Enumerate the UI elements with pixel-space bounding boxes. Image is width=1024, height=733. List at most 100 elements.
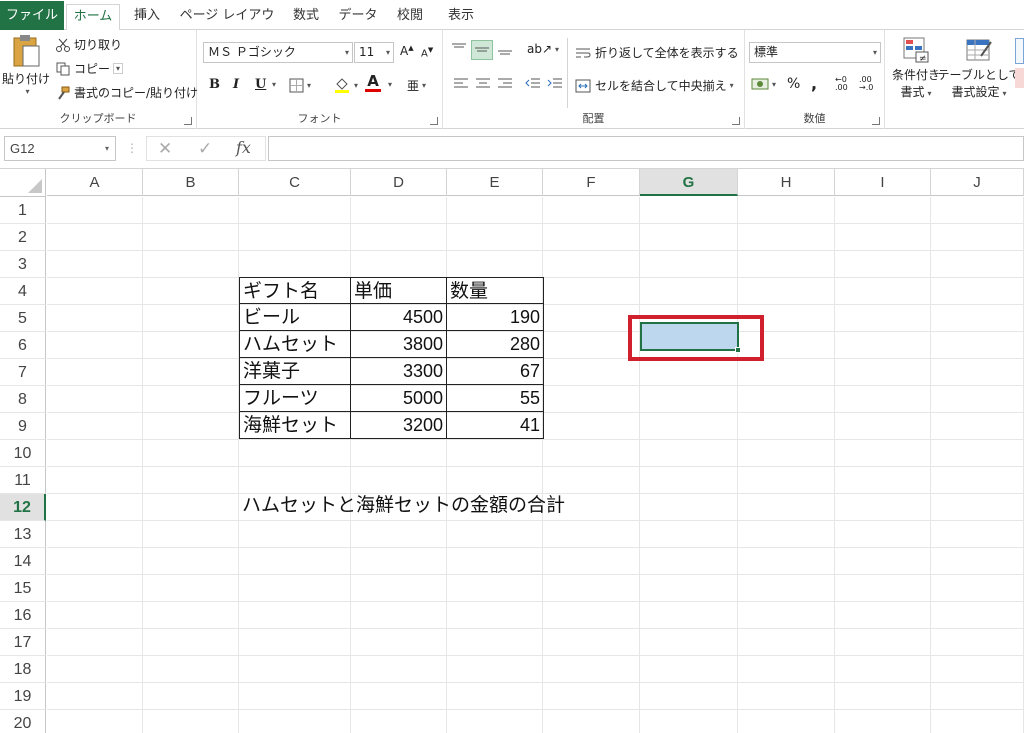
column-header-i[interactable]: I [835, 169, 931, 196]
row-header-4[interactable]: 4 [0, 278, 46, 305]
bold-button[interactable]: B [209, 77, 220, 92]
row-header-13[interactable]: 13 [0, 521, 46, 548]
font-size-combo[interactable]: 11 ▾ [354, 42, 394, 63]
row-header-2[interactable]: 2 [0, 224, 46, 251]
confirm-entry-icon[interactable]: ✓ [198, 139, 212, 159]
conditional-formatting-button[interactable]: ≠ 条件付き 書式 ▾ [889, 36, 943, 100]
gift-name-cell[interactable]: 洋菓子 [239, 358, 351, 385]
row-header-1[interactable]: 1 [0, 197, 46, 224]
tab-data[interactable]: データ [334, 4, 382, 30]
cut-button[interactable]: 切り取り [56, 36, 122, 53]
font-name-combo[interactable]: ＭＳ Ｐゴシック ▾ [203, 42, 353, 63]
quantity-cell[interactable]: 190 [447, 304, 544, 331]
tab-review[interactable]: 校閲 [388, 4, 432, 30]
row-header-5[interactable]: 5 [0, 305, 46, 332]
number-format-combo[interactable]: 標準 ▾ [749, 42, 881, 63]
gift-name-cell[interactable]: ビール [239, 304, 351, 331]
column-header-a[interactable]: A [47, 169, 143, 196]
align-top-button[interactable] [451, 42, 467, 56]
row-header-10[interactable]: 10 [0, 440, 46, 467]
formula-input[interactable] [268, 136, 1024, 161]
phonetic-guide-button[interactable]: 亜 ▾ [407, 77, 426, 94]
table-header-cell[interactable]: 単価 [351, 277, 447, 304]
row-header-20[interactable]: 20 [0, 710, 46, 733]
comma-style-button[interactable]: , [811, 74, 817, 93]
row-header-6[interactable]: 6 [0, 332, 46, 359]
font-color-dropdown[interactable]: ▾ [385, 80, 392, 89]
gift-name-cell[interactable]: ハムセット [239, 331, 351, 358]
dialog-launcher-icon[interactable] [430, 117, 438, 125]
underline-button[interactable]: U [255, 77, 266, 92]
increase-indent-button[interactable] [547, 77, 563, 91]
unit-price-cell[interactable]: 3800 [351, 331, 447, 358]
dialog-launcher-icon[interactable] [184, 117, 192, 125]
row-header-16[interactable]: 16 [0, 602, 46, 629]
row-header-7[interactable]: 7 [0, 359, 46, 386]
tab-file[interactable]: ファイル [0, 1, 64, 30]
tab-view[interactable]: 表示 [438, 4, 484, 30]
tab-home[interactable]: ホーム [66, 4, 120, 31]
name-box[interactable]: G12 ▾ [4, 136, 116, 161]
row-header-9[interactable]: 9 [0, 413, 46, 440]
table-header-cell[interactable]: 数量 [447, 277, 544, 304]
cell-styles-partial-2[interactable] [1015, 68, 1024, 88]
italic-button[interactable]: I [233, 77, 239, 92]
row-header-18[interactable]: 18 [0, 656, 46, 683]
decrease-font-size-button[interactable]: A▼ [421, 46, 433, 59]
row-header-19[interactable]: 19 [0, 683, 46, 710]
percent-style-button[interactable]: % [787, 76, 800, 92]
column-header-c[interactable]: C [239, 169, 351, 196]
row-header-17[interactable]: 17 [0, 629, 46, 656]
decrease-indent-button[interactable] [525, 77, 541, 91]
increase-decimal-button[interactable]: ←0.00 [835, 76, 848, 92]
insert-function-icon[interactable]: fx [236, 138, 251, 157]
quantity-cell[interactable]: 55 [447, 385, 544, 412]
column-header-e[interactable]: E [447, 169, 543, 196]
quantity-cell[interactable]: 41 [447, 412, 544, 439]
quantity-cell[interactable]: 280 [447, 331, 544, 358]
column-header-f[interactable]: F [543, 169, 640, 196]
tab-formulas[interactable]: 数式 [284, 4, 328, 30]
row-header-15[interactable]: 15 [0, 575, 46, 602]
merge-center-button[interactable]: セルを結合して中央揃え ▾ [575, 77, 734, 94]
column-header-d[interactable]: D [351, 169, 447, 196]
row-header-11[interactable]: 11 [0, 467, 46, 494]
borders-button[interactable]: ▾ [289, 78, 311, 93]
unit-price-cell[interactable]: 4500 [351, 304, 447, 331]
row-header-8[interactable]: 8 [0, 386, 46, 413]
unit-price-cell[interactable]: 5000 [351, 385, 447, 412]
fill-color-button[interactable]: ▾ [333, 76, 358, 94]
align-center-button[interactable] [475, 77, 491, 91]
accounting-format-button[interactable]: ▾ [751, 77, 776, 91]
increase-font-size-button[interactable]: A▲ [400, 44, 414, 58]
fill-handle[interactable] [735, 347, 741, 353]
column-header-h[interactable]: H [738, 169, 835, 196]
align-bottom-button[interactable] [497, 42, 513, 56]
question-label[interactable]: ハムセットと海鮮セットの金額の合計 [242, 492, 565, 519]
row-header-3[interactable]: 3 [0, 251, 46, 278]
dialog-launcher-icon[interactable] [872, 117, 880, 125]
gift-name-cell[interactable]: フルーツ [239, 385, 351, 412]
chevron-down-icon[interactable]: ▾ [113, 63, 124, 74]
column-header-j[interactable]: J [931, 169, 1024, 196]
selected-cell-g12[interactable] [640, 322, 739, 351]
dialog-launcher-icon[interactable] [732, 117, 740, 125]
tab-insert[interactable]: 挿入 [124, 4, 170, 30]
tab-page-layout[interactable]: ページ レイアウト [174, 4, 280, 47]
paste-button[interactable]: 貼り付け ▾ [2, 34, 50, 96]
copy-button[interactable]: コピー ▾ [56, 60, 124, 77]
select-all-button[interactable] [0, 169, 46, 197]
align-right-button[interactable] [497, 77, 513, 91]
column-header-g[interactable]: G [640, 169, 738, 196]
align-left-button[interactable] [453, 77, 469, 91]
row-header-12[interactable]: 12 [0, 494, 46, 521]
format-as-table-button[interactable]: テーブルとして 書式設定 ▾ [938, 36, 1020, 100]
gift-name-cell[interactable]: 海鮮セット [239, 412, 351, 439]
wrap-text-button[interactable]: 折り返して全体を表示する [575, 44, 739, 61]
cell-styles-partial[interactable] [1015, 38, 1024, 64]
cancel-entry-icon[interactable]: ✕ [158, 139, 172, 159]
column-header-b[interactable]: B [143, 169, 239, 196]
format-painter-button[interactable]: 書式のコピー/貼り付け [56, 84, 198, 101]
row-header-14[interactable]: 14 [0, 548, 46, 575]
align-middle-button[interactable] [471, 40, 493, 60]
